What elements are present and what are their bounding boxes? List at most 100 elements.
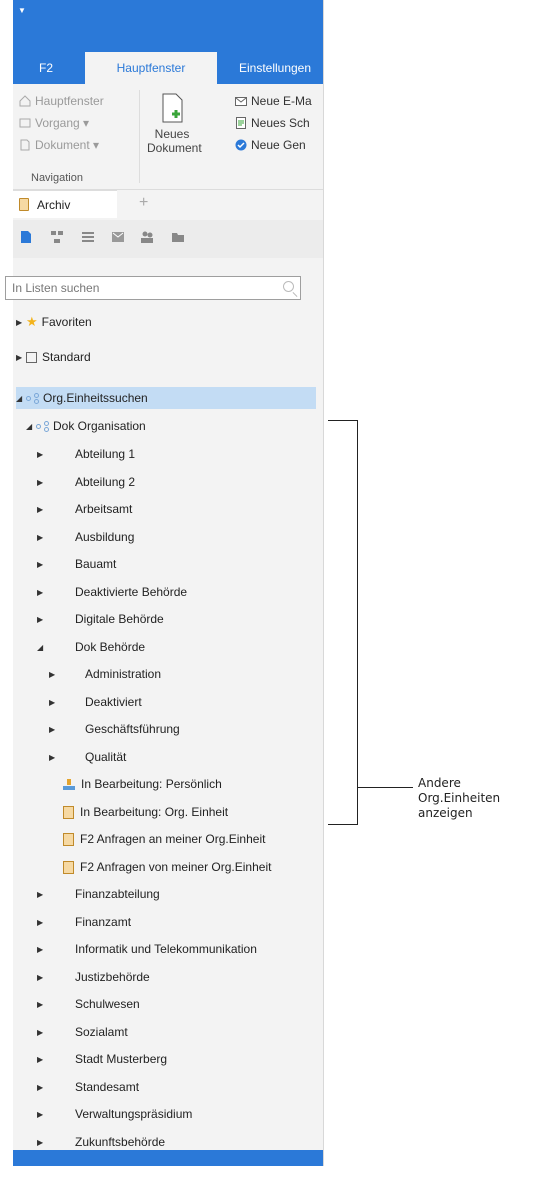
expand-arrow-icon[interactable]: ▶ bbox=[37, 1028, 75, 1037]
tree-item-label: Finanzabteilung bbox=[75, 887, 160, 901]
tree-item-standard[interactable]: ▶ Standard bbox=[16, 346, 91, 368]
expand-arrow-icon[interactable]: ▶ bbox=[37, 918, 75, 927]
users-icon[interactable] bbox=[140, 230, 154, 244]
expand-arrow-icon[interactable]: ▶ bbox=[37, 1055, 75, 1064]
archive-icon bbox=[19, 198, 29, 211]
tree-item-unit[interactable]: ▶ Schulwesen bbox=[37, 993, 140, 1015]
quick-access-chevron-icon[interactable]: ▼ bbox=[18, 6, 26, 15]
tree-item-unit[interactable]: ▶ Informatik und Telekommunikation bbox=[37, 938, 257, 960]
tree-item-queue[interactable]: In Bearbeitung: Org. Einheit bbox=[63, 801, 228, 823]
expand-arrow-icon[interactable]: ▶ bbox=[37, 478, 75, 487]
tree-item-label: Bauamt bbox=[75, 557, 117, 571]
new-letter-button[interactable]: Neues Sch bbox=[235, 116, 310, 130]
collapse-arrow-icon[interactable]: ◢ bbox=[16, 394, 26, 403]
nav-vorgang-label: Vorgang ▾ bbox=[35, 116, 90, 130]
new-email-button[interactable]: Neue E-Ma bbox=[235, 94, 312, 108]
document-icon bbox=[19, 139, 31, 151]
expand-arrow-icon[interactable]: ▶ bbox=[37, 560, 75, 569]
hierarchy-icon[interactable] bbox=[50, 230, 64, 244]
tree-item-unit[interactable]: ▶ Justizbehörde bbox=[37, 966, 150, 988]
tree-item-unit[interactable]: ▶ Ausbildung bbox=[37, 526, 134, 548]
collapse-arrow-icon[interactable]: ◢ bbox=[37, 643, 75, 652]
tab-archiv[interactable]: Archiv bbox=[13, 190, 117, 218]
tree-item-unit[interactable]: ▶ Finanzabteilung bbox=[37, 883, 160, 905]
collapse-arrow-icon[interactable]: ◢ bbox=[26, 422, 36, 431]
new-approval-button[interactable]: Neue Gen bbox=[235, 138, 306, 152]
new-approval-label: Neue Gen bbox=[251, 138, 306, 152]
expand-arrow-icon[interactable]: ▶ bbox=[49, 725, 85, 734]
tree-item-label: Org.Einheitssuchen bbox=[43, 391, 148, 405]
expand-arrow-icon[interactable]: ▶ bbox=[16, 353, 26, 362]
expand-arrow-icon[interactable]: ▶ bbox=[37, 1138, 75, 1147]
tree-item-label: Dok Behörde bbox=[75, 640, 146, 654]
tree-item-label: In Bearbeitung: Org. Einheit bbox=[80, 805, 229, 819]
tree-item-subunit[interactable]: ▶ Administration bbox=[49, 663, 161, 685]
tab-hauptfenster[interactable]: Hauptfenster bbox=[85, 52, 217, 84]
tree-item-org-einheitssuchen[interactable]: ◢ Org.Einheitssuchen bbox=[16, 387, 316, 409]
expand-arrow-icon[interactable]: ▶ bbox=[49, 698, 85, 707]
tree-item-unit[interactable]: ▶ Abteilung 1 bbox=[37, 443, 135, 465]
expand-arrow-icon[interactable]: ▶ bbox=[37, 945, 75, 954]
expand-arrow-icon[interactable]: ▶ bbox=[37, 588, 75, 597]
nav-hauptfenster-button[interactable]: Hauptfenster bbox=[19, 94, 104, 108]
tree-item-unit[interactable]: ▶ Verwaltungspräsidium bbox=[37, 1103, 192, 1125]
tab-archiv-label: Archiv bbox=[37, 197, 71, 212]
tree-item-unit[interactable]: ▶ Abteilung 2 bbox=[37, 471, 135, 493]
nav-dokument-label: Dokument ▾ bbox=[35, 138, 100, 152]
expand-arrow-icon[interactable]: ▶ bbox=[37, 1000, 75, 1009]
tree-item-unit[interactable]: ▶ Stadt Musterberg bbox=[37, 1048, 167, 1070]
nav-vorgang-button[interactable]: Vorgang ▾ bbox=[19, 116, 89, 130]
tree-item-label: Justizbehörde bbox=[75, 970, 150, 984]
tree-item-label: Geschäftsführung bbox=[85, 722, 180, 736]
expand-arrow-icon[interactable]: ▶ bbox=[37, 505, 75, 514]
expand-arrow-icon[interactable]: ▶ bbox=[37, 1083, 75, 1092]
expand-arrow-icon[interactable]: ▶ bbox=[49, 753, 85, 762]
home-icon bbox=[19, 95, 31, 107]
tree-item-unit[interactable]: ▶ Bauamt bbox=[37, 553, 116, 575]
add-tab-icon[interactable]: + bbox=[139, 194, 148, 212]
nav-dokument-button[interactable]: Dokument ▾ bbox=[19, 138, 99, 152]
tree-item-label: Abteilung 2 bbox=[75, 475, 136, 489]
tree-item-queue[interactable]: F2 Anfragen an meiner Org.Einheit bbox=[63, 828, 265, 850]
document-icon[interactable] bbox=[19, 230, 33, 244]
expand-arrow-icon[interactable]: ▶ bbox=[16, 318, 26, 327]
status-bar bbox=[13, 1150, 323, 1166]
tree-item-queue[interactable]: F2 Anfragen von meiner Org.Einheit bbox=[63, 856, 271, 878]
tree-item-subunit[interactable]: ▶ Qualität bbox=[49, 746, 126, 768]
tree-item-subunit[interactable]: ▶ Geschäftsführung bbox=[49, 718, 180, 740]
expand-arrow-icon[interactable]: ▶ bbox=[37, 973, 75, 982]
expand-arrow-icon[interactable]: ▶ bbox=[49, 670, 85, 679]
expand-arrow-icon[interactable]: ▶ bbox=[37, 890, 75, 899]
tree-item-unit[interactable]: ▶ Sozialamt bbox=[37, 1021, 128, 1043]
search-input[interactable]: In Listen suchen bbox=[5, 276, 301, 300]
expand-arrow-icon[interactable]: ▶ bbox=[37, 450, 75, 459]
tree-item-unit[interactable]: ▶ Deaktivierte Behörde bbox=[37, 581, 187, 603]
tree-item-subunit[interactable]: ▶ Deaktiviert bbox=[49, 691, 142, 713]
expand-arrow-icon[interactable]: ▶ bbox=[37, 1110, 75, 1119]
list-icon[interactable] bbox=[81, 230, 95, 244]
tree-item-unit[interactable]: ▶ Finanzamt bbox=[37, 911, 131, 933]
expand-arrow-icon[interactable]: ▶ bbox=[37, 615, 75, 624]
archive-icon bbox=[63, 860, 74, 874]
tree-item-unit[interactable]: ▶ Arbeitsamt bbox=[37, 498, 132, 520]
tab-einstellungen[interactable]: Einstellungen bbox=[225, 52, 323, 84]
star-icon: ★ bbox=[26, 314, 38, 329]
tree-item-dok-behoerde[interactable]: ◢ Dok Behörde bbox=[37, 636, 145, 658]
tree-item-unit[interactable]: ▶ Standesamt bbox=[37, 1076, 139, 1098]
new-document-button[interactable]: Neues Dokument bbox=[147, 92, 202, 155]
tree-item-dok-organisation[interactable]: ◢ Dok Organisation bbox=[26, 415, 146, 437]
mail-list-icon[interactable] bbox=[111, 230, 125, 244]
tree-item-queue[interactable]: In Bearbeitung: Persönlich bbox=[63, 773, 222, 795]
expand-arrow-icon[interactable]: ▶ bbox=[37, 533, 75, 542]
email-icon bbox=[235, 95, 247, 107]
list-view-icon bbox=[26, 351, 37, 363]
search-icon[interactable] bbox=[283, 281, 294, 292]
tab-f2[interactable]: F2 bbox=[13, 52, 79, 84]
ribbon-separator bbox=[139, 90, 140, 183]
folder-icon[interactable] bbox=[171, 230, 185, 244]
tree-item-label: Zukunftsbehörde bbox=[75, 1135, 166, 1149]
tree-item-unit[interactable]: ▶ Digitale Behörde bbox=[37, 608, 164, 630]
tree-item-label: Favoriten bbox=[41, 315, 92, 329]
tree-item-label: Stadt Musterberg bbox=[75, 1052, 168, 1066]
tree-item-favoriten[interactable]: ▶ ★ Favoriten bbox=[16, 311, 92, 333]
